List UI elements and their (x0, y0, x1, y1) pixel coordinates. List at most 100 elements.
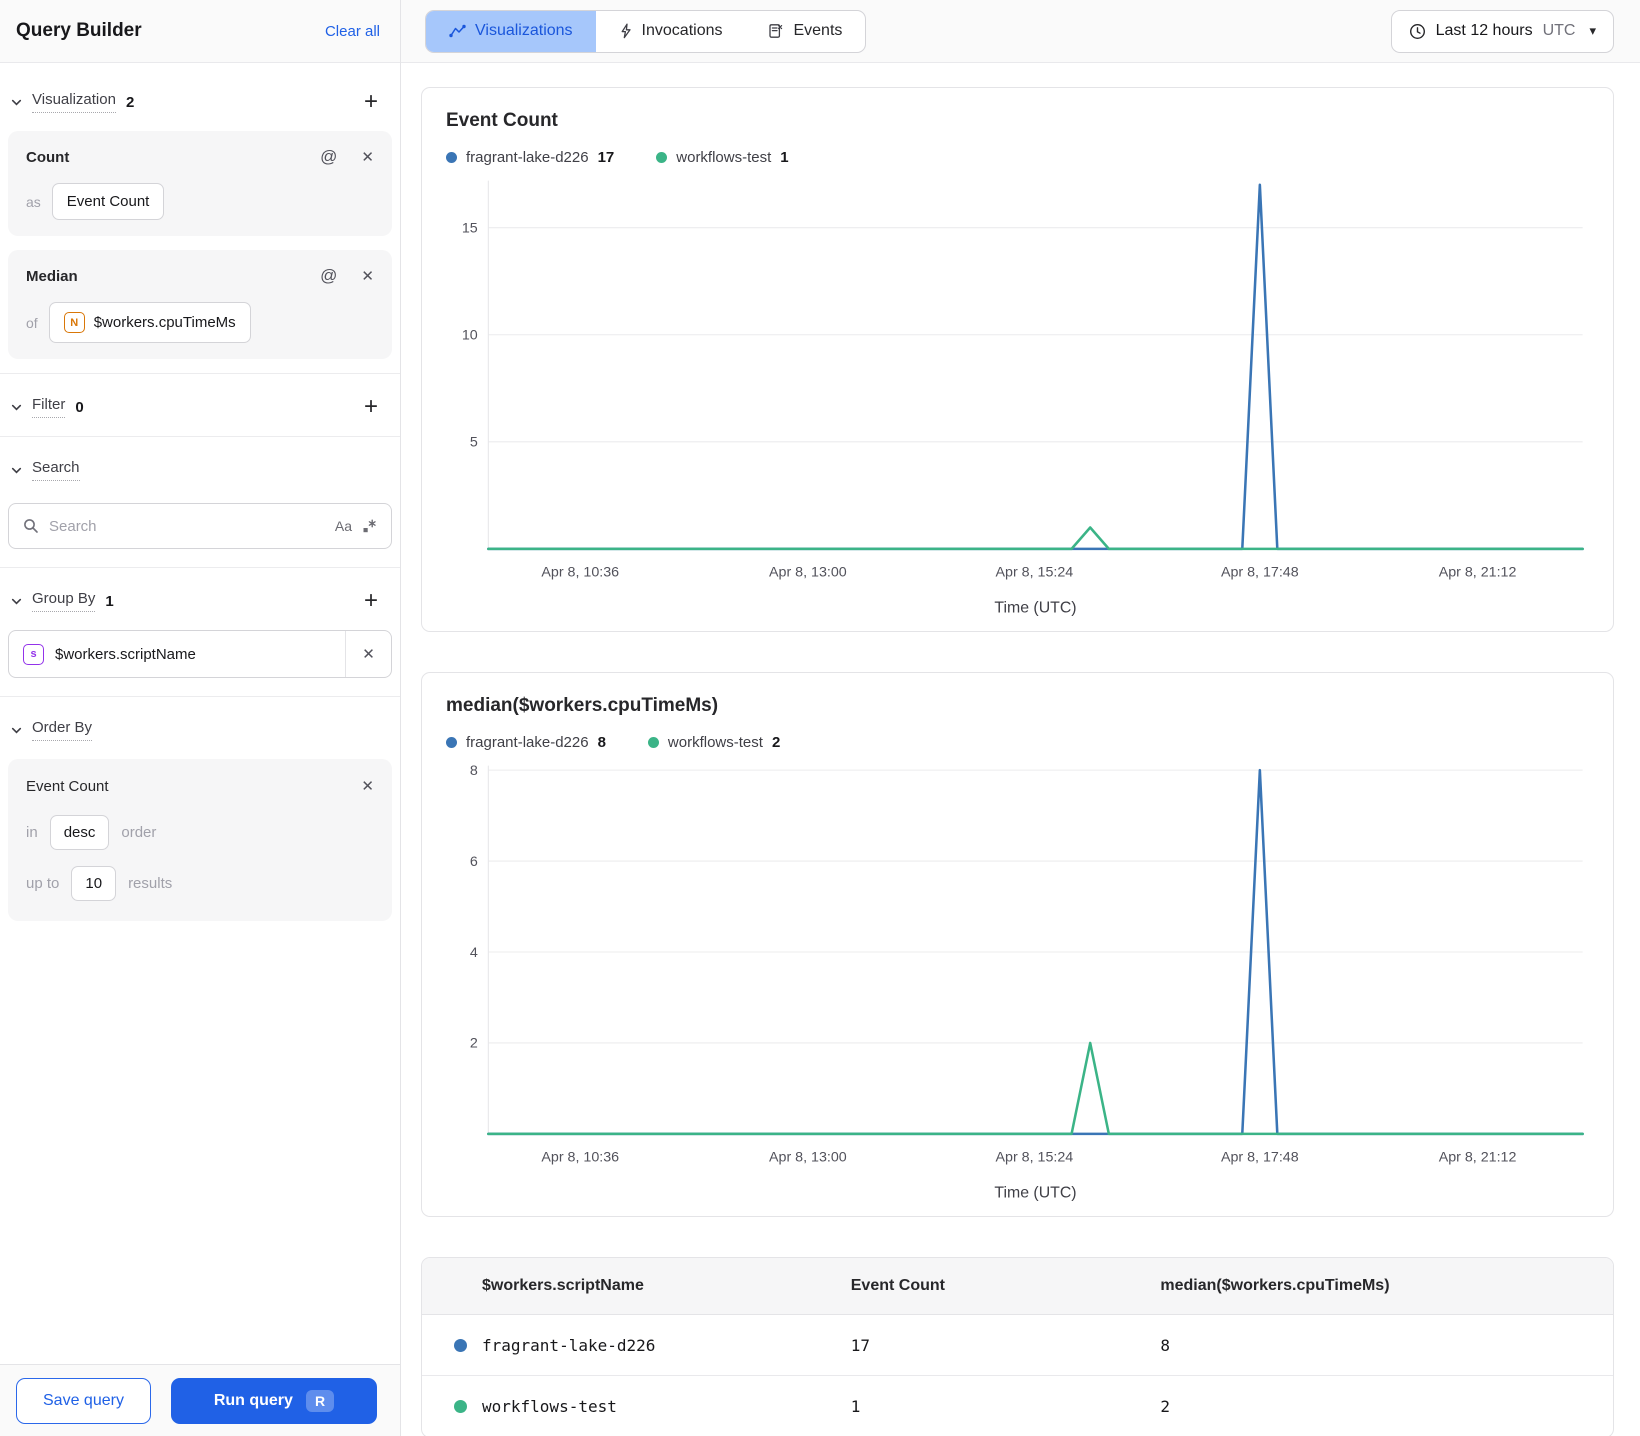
tab-visualizations[interactable]: Visualizations (426, 10, 596, 52)
legend-item[interactable]: workflows-test 1 (656, 149, 789, 166)
time-range-label: Last 12 hours (1435, 22, 1533, 39)
save-query-button[interactable]: Save query (16, 1377, 151, 1424)
median-chart[interactable]: 2 4 6 8 Apr 8, 10:36 Apr 8, 13:00 Apr 8, 15:24… (446, 755, 1589, 1212)
tab-events[interactable]: Events (745, 11, 865, 52)
event-count-chart[interactable]: 5 10 15 Apr 8, 10:36 Apr 8, 13:00 Apr 8, 15:2… (446, 170, 1589, 627)
search-input[interactable] (49, 517, 325, 535)
series-dot-blue (454, 1338, 467, 1352)
chevron-down-icon[interactable] (10, 400, 24, 414)
svg-text:Apr 8, 15:24: Apr 8, 15:24 (996, 1150, 1074, 1166)
close-icon[interactable]: ✕ (361, 777, 374, 795)
median-cell: 2 (1160, 1397, 1171, 1417)
chart-title: Event Count (446, 110, 558, 131)
line-chart-icon (449, 24, 466, 38)
group-by-field[interactable]: s $workers.scriptName (9, 643, 345, 665)
script-name-cell: fragrant-lake-d226 (482, 1335, 656, 1355)
caret-down-icon: ▾ (1589, 23, 1596, 38)
visualization-type-label: Median (26, 267, 78, 285)
close-icon[interactable]: ✕ (361, 267, 374, 285)
tab-label: Visualizations (475, 22, 573, 39)
column-header: Event Count (850, 1277, 945, 1295)
regex-icon[interactable] (362, 519, 377, 534)
alias-value-box[interactable]: Event Count (51, 183, 165, 220)
time-range-picker[interactable]: Last 12 hours UTC ▾ (1390, 9, 1614, 53)
sidebar-header: Query Builder Clear all (0, 0, 400, 63)
sidebar-footer: Save query Run query R (0, 1364, 400, 1436)
svg-text:Apr 8, 13:00: Apr 8, 13:00 (769, 1150, 847, 1166)
series-dot-green (454, 1400, 467, 1414)
remove-group-by[interactable]: ✕ (345, 631, 391, 677)
run-query-button[interactable]: Run query R (170, 1377, 377, 1424)
table-row[interactable]: fragrant-lake-d226 17 8 (422, 1315, 1613, 1377)
content-area: Event Count fragrant-lake-d226 17 workfl… (401, 63, 1640, 1436)
alias-at-icon[interactable]: @ (320, 147, 337, 167)
svg-text:Apr 8, 13:00: Apr 8, 13:00 (769, 564, 847, 580)
search-section-label[interactable]: Search (32, 459, 80, 481)
svg-text:8: 8 (470, 763, 478, 779)
chart-title: median($workers.cpuTimeMs) (446, 695, 719, 717)
legend-series-value: 2 (771, 734, 781, 752)
svg-text:2: 2 (470, 1036, 478, 1052)
legend-series-name: workflows-test (676, 149, 772, 166)
search-section-header: Search (0, 437, 400, 491)
in-label: in (26, 824, 38, 841)
add-group-by-button[interactable]: + (364, 589, 378, 613)
keyboard-shortcut-badge: R (305, 1389, 335, 1412)
visualization-section-label[interactable]: Visualization (32, 91, 116, 113)
visualization-section-header: Visualization 2 + (0, 69, 400, 119)
search-icon (23, 518, 39, 534)
chevron-down-icon[interactable] (10, 723, 24, 737)
series-line-workflows-test (487, 526, 1584, 551)
chevron-down-icon[interactable] (10, 95, 24, 109)
svg-text:Apr 8, 21:12: Apr 8, 21:12 (1439, 564, 1517, 580)
group-by-section-header: Group By 1 + (0, 568, 400, 618)
legend-series-value: 1 (780, 149, 789, 166)
series-dot-blue (446, 737, 457, 749)
lightning-icon (619, 23, 633, 39)
visualization-card-count: Count @ ✕ as Event Count (8, 131, 392, 236)
sort-direction-select[interactable]: desc (49, 815, 110, 850)
svg-text:6: 6 (470, 854, 478, 870)
table-row[interactable]: workflows-test 1 2 (422, 1376, 1613, 1436)
add-filter-button[interactable]: + (364, 395, 378, 419)
legend-series-value: 8 (597, 734, 606, 752)
tab-label: Events (793, 22, 843, 39)
event-count-chart-card: Event Count fragrant-lake-d226 17 workfl… (421, 87, 1614, 633)
svg-text:10: 10 (462, 328, 478, 344)
legend-item[interactable]: workflows-test 2 (647, 734, 781, 752)
tab-invocations[interactable]: Invocations (596, 11, 746, 52)
run-query-label: Run query (213, 1391, 293, 1409)
string-type-icon: s (23, 643, 44, 665)
event-count-cell: 1 (850, 1397, 861, 1417)
filter-section-label[interactable]: Filter (32, 396, 66, 418)
main-area: Visualizations Invocations Events Last 1… (401, 0, 1640, 1436)
of-label: of (26, 314, 38, 331)
svg-text:5: 5 (470, 435, 478, 451)
search-box: Aa (8, 503, 392, 549)
script-name-cell: workflows-test (482, 1397, 617, 1417)
clear-all-button[interactable]: Clear all (325, 23, 380, 40)
filter-count: 0 (75, 398, 84, 416)
match-case-icon[interactable]: Aa (335, 518, 352, 534)
legend-item[interactable]: fragrant-lake-d226 17 (446, 149, 614, 166)
table-header-row: $workers.scriptName Event Count median($… (422, 1258, 1613, 1316)
filter-section-header: Filter 0 + (0, 374, 400, 428)
group-by-section-label[interactable]: Group By (32, 590, 96, 612)
order-by-section-label[interactable]: Order By (32, 719, 93, 741)
order-by-field: Event Count (26, 777, 109, 795)
alias-at-icon[interactable]: @ (320, 266, 337, 286)
chevron-down-icon[interactable] (10, 463, 24, 477)
close-icon[interactable]: ✕ (361, 148, 374, 166)
svg-text:Apr 8, 17:48: Apr 8, 17:48 (1221, 564, 1299, 580)
svg-text:15: 15 (462, 220, 478, 236)
legend-item[interactable]: fragrant-lake-d226 8 (446, 734, 606, 751)
add-visualization-button[interactable]: + (364, 90, 378, 114)
results-table: $workers.scriptName Event Count median($… (421, 1257, 1614, 1436)
up-to-label: up to (26, 875, 60, 892)
chevron-down-icon[interactable] (10, 594, 24, 608)
sidebar-body: Visualization 2 + Count @ ✕ as Event Cou… (0, 63, 400, 1364)
group-by-row: s $workers.scriptName ✕ (8, 630, 392, 678)
close-icon[interactable]: ✕ (362, 645, 375, 663)
median-field-box[interactable]: N $workers.cpuTimeMs (48, 302, 251, 343)
limit-input[interactable]: 10 (71, 866, 117, 901)
